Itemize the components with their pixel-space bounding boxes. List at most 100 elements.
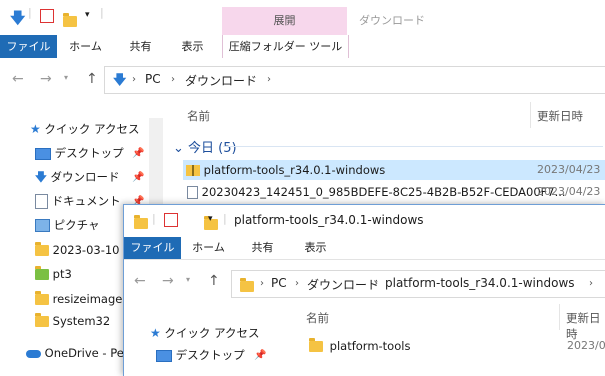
- quick-access-label: クイック アクセス: [44, 122, 140, 136]
- cloud-icon: [26, 349, 41, 358]
- sidebar-item-resizeimage[interactable]: resizeimage: [35, 288, 122, 310]
- quick-access-label: クイック アクセス: [164, 326, 260, 340]
- group-divider: [223, 146, 603, 147]
- recent-chevron-icon[interactable]: ▾: [64, 73, 68, 82]
- sidebar-item-pictures[interactable]: ピクチャ: [35, 214, 100, 236]
- address-bar[interactable]: 🡇 › PC › ダウンロード ›: [104, 66, 605, 94]
- back-arrow-icon[interactable]: ←: [134, 273, 146, 289]
- recent-chevron-icon[interactable]: ▾: [186, 275, 190, 284]
- front-nav-pane: ★ クイック アクセス デスクトップ 📌: [124, 304, 279, 376]
- desktop-icon: [35, 147, 51, 160]
- sidebar-item-onedrive[interactable]: OneDrive - Per: [26, 342, 129, 364]
- sidebar-item-label: 2023-03-10 1: [52, 243, 131, 257]
- file-tab[interactable]: ファイル: [0, 35, 57, 58]
- star-icon: ★: [30, 122, 41, 136]
- tab-home[interactable]: ホーム: [63, 35, 108, 58]
- column-divider: [530, 102, 531, 128]
- download-icon: 🡇: [10, 9, 26, 27]
- column-header-date[interactable]: 更新日時: [537, 108, 583, 124]
- pin-icon: 📌: [132, 172, 145, 183]
- properties-icon[interactable]: [40, 9, 54, 23]
- sidebar-item-label: ダウンロード: [50, 170, 120, 184]
- tab-compressed-folder-tools[interactable]: 圧縮フォルダー ツール: [222, 35, 349, 58]
- folder-icon: [35, 242, 49, 256]
- tab-view[interactable]: 表示: [170, 35, 215, 58]
- file-name: platform-tools_r34.0.1-windows: [203, 163, 386, 177]
- sidebar-item-downloads[interactable]: 🡇 ダウンロード: [35, 166, 119, 188]
- quick-access[interactable]: ★ クイック アクセス: [30, 118, 140, 140]
- properties-icon[interactable]: [164, 213, 178, 227]
- crumb-platform-tools[interactable]: platform-tools_r34.0.1-windows: [385, 276, 575, 290]
- forward-arrow-icon[interactable]: →: [40, 71, 52, 87]
- up-arrow-icon[interactable]: ↑: [86, 71, 98, 87]
- sidebar-item-label: System32: [52, 314, 111, 328]
- document-icon: [35, 194, 48, 209]
- folder-icon: [35, 291, 49, 305]
- crumb-pc[interactable]: PC: [271, 276, 287, 290]
- folder-icon: [35, 266, 49, 280]
- sidebar-item-label: resizeimage: [52, 292, 123, 306]
- sidebar-item-label: デスクトップ: [175, 348, 245, 362]
- crumb-separator: ›: [374, 278, 378, 289]
- file-name: 20230423_142451_0_985BDEFE-8C25-4B2B-B52…: [201, 185, 566, 199]
- window-title: platform-tools_r34.0.1-windows: [234, 213, 424, 227]
- window-title-download: ダウンロード: [359, 14, 425, 27]
- back-arrow-icon[interactable]: ←: [12, 71, 24, 87]
- sidebar-item-desktop[interactable]: デスクトップ: [35, 142, 124, 164]
- new-folder-icon[interactable]: [63, 12, 77, 27]
- folder-icon: [134, 214, 148, 229]
- tab-view[interactable]: 表示: [293, 237, 338, 259]
- crumb-separator: ›: [589, 278, 593, 289]
- address-bar[interactable]: › PC › ダウンロード › platform-tools_r34.0.1-w…: [231, 270, 605, 298]
- file-row[interactable]: platform-tools_r34.0.1-windows 2023/04/2…: [183, 160, 605, 180]
- file-date: 2023/04/23 1: [537, 163, 605, 176]
- desktop-icon: [156, 349, 172, 362]
- crumb-pc[interactable]: PC: [145, 72, 161, 86]
- forward-arrow-icon[interactable]: →: [162, 273, 174, 289]
- sidebar-item-desktop[interactable]: デスクトップ: [156, 344, 245, 366]
- front-explorer-window[interactable]: | ▾ | platform-tools_r34.0.1-windows ファイ…: [123, 204, 605, 376]
- front-file-list: 名前 更新日時 platform-tools 2023/04: [279, 304, 605, 376]
- sidebar-item-folder[interactable]: 2023-03-10 1: [35, 239, 130, 261]
- front-title-bar: | ▾ | platform-tools_r34.0.1-windows: [124, 205, 605, 235]
- tab-share[interactable]: 共有: [240, 237, 285, 259]
- column-header-name[interactable]: 名前: [187, 108, 210, 124]
- crumb-download[interactable]: ダウンロード: [307, 276, 379, 293]
- folder-icon: [309, 338, 323, 352]
- download-icon: 🡇: [113, 73, 127, 88]
- folder-icon: [35, 313, 49, 327]
- folder-icon: [240, 277, 254, 292]
- crumb-separator: ›: [260, 278, 264, 289]
- crumb-download[interactable]: ダウンロード: [185, 72, 257, 89]
- front-address-row: ← → ▾ ↑ › PC › ダウンロード › platform-tools_r…: [124, 260, 605, 304]
- file-row[interactable]: platform-tools 2023/04: [309, 336, 605, 356]
- quick-access[interactable]: ★ クイック アクセス: [150, 322, 260, 344]
- chevron-down-icon[interactable]: ▾: [208, 214, 213, 224]
- file-icon: [187, 186, 198, 199]
- sidebar-item-label: OneDrive - Per: [44, 346, 129, 360]
- file-name: platform-tools: [329, 339, 411, 353]
- context-header-extract: 展開: [222, 7, 347, 35]
- column-header-name[interactable]: 名前: [306, 310, 329, 326]
- sidebar-item-label: ドキュメント: [51, 194, 121, 208]
- tab-home[interactable]: ホーム: [186, 237, 231, 259]
- front-ribbon: ファイル ホーム 共有 表示: [124, 237, 605, 260]
- column-divider: [559, 304, 560, 330]
- sidebar-item-documents[interactable]: ドキュメント: [35, 190, 121, 212]
- chevron-down-icon[interactable]: ▾: [85, 10, 90, 20]
- back-ribbon: ファイル ホーム 共有 表示 圧縮フォルダー ツール: [0, 35, 605, 59]
- tab-share[interactable]: 共有: [118, 35, 163, 58]
- pictures-icon: [35, 219, 50, 232]
- pin-icon: 📌: [132, 148, 145, 159]
- sidebar-item-pt3[interactable]: pt3: [35, 263, 72, 285]
- up-arrow-icon[interactable]: ↑: [208, 273, 220, 289]
- file-tab[interactable]: ファイル: [124, 237, 181, 259]
- separator: |: [28, 6, 32, 19]
- group-label: 今日 (5): [188, 141, 237, 156]
- crumb-separator: ›: [171, 74, 175, 85]
- file-date: 2023/04: [567, 339, 605, 352]
- sidebar-item-label: デスクトップ: [54, 146, 124, 160]
- file-row[interactable]: 20230423_142451_0_985BDEFE-8C25-4B2B-B52…: [183, 182, 605, 202]
- crumb-separator: ›: [295, 278, 299, 289]
- sidebar-item-system32[interactable]: System32: [35, 310, 110, 332]
